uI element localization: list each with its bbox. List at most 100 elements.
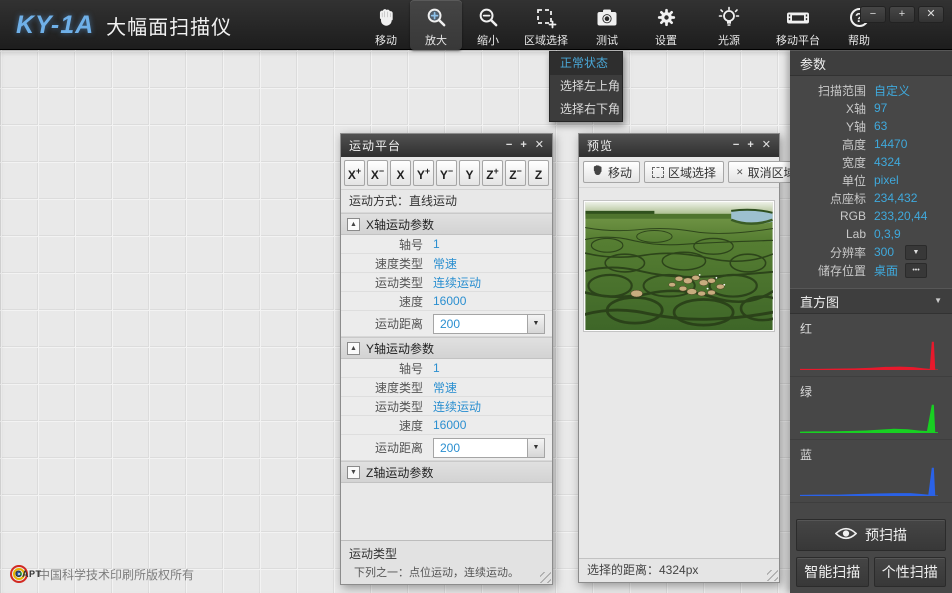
jog-z-button[interactable]: Z	[528, 160, 549, 186]
param-row: 轴号1	[341, 359, 552, 378]
collapse-up-icon[interactable]: ▲	[347, 342, 360, 355]
resize-grip[interactable]	[767, 570, 778, 581]
tool-zoom-out[interactable]: 缩小	[462, 0, 514, 50]
jog-x-plus-button[interactable]: X+	[344, 160, 365, 186]
brand: KY-1A 大幅面扫描仪	[16, 0, 232, 50]
param-storage-location: 储存位置桌面 •••	[790, 261, 952, 279]
tool-settings[interactable]: 设置	[636, 0, 696, 50]
tool-strip: 移动 放大 缩小 区域选择	[362, 0, 884, 50]
jog-button-row: X+ X− X Y+ Y− Y Z+ Z− Z	[341, 157, 552, 190]
tool-move[interactable]: 移动	[362, 0, 410, 50]
window-controls: − + ✕	[860, 6, 944, 23]
param-width: 宽度4324	[790, 153, 952, 171]
chevron-down-icon[interactable]: ▼	[527, 439, 544, 457]
histogram-red-channel: 红	[790, 314, 952, 377]
jog-x-button[interactable]: X	[390, 160, 411, 186]
motion-panel-titlebar[interactable]: 运动平台 − + ✕	[341, 134, 552, 157]
preview-region-select-button[interactable]: 区域选择	[644, 161, 724, 183]
motion-distance-combobox[interactable]: 200 ▼	[433, 314, 545, 334]
smart-scan-button[interactable]: 智能扫描	[796, 557, 869, 587]
z-axis-section-header[interactable]: ▼ Z轴运动参数	[341, 461, 552, 483]
param-rgb: RGB233,20,44	[790, 207, 952, 225]
tool-label: 光源	[718, 32, 740, 48]
tool-label: 区域选择	[524, 32, 568, 48]
param-row: 速度16000	[341, 416, 552, 435]
param-row: 运动类型连续运动	[341, 397, 552, 416]
platform-icon	[785, 5, 811, 31]
jog-y-minus-button[interactable]: Y−	[436, 160, 457, 186]
preview-panel-title: 预览	[587, 137, 733, 154]
param-lab: Lab0,3,9	[790, 225, 952, 243]
zoom-out-icon	[477, 5, 500, 31]
motion-platform-panel: 运动平台 − + ✕ X+ X− X Y+ Y− Y Z+ Z− Z 运动方式：…	[340, 133, 553, 585]
scan-button-row: 智能扫描 个性扫描	[796, 557, 946, 587]
chevron-down-icon[interactable]: ▼	[527, 315, 544, 333]
copyright-text: 中国科学技术印刷所版权所有	[38, 566, 194, 583]
resize-grip[interactable]	[540, 572, 551, 583]
preview-panel-titlebar[interactable]: 预览 − + ✕	[579, 134, 779, 157]
motion-mode-text: 运动方式：直线运动	[341, 190, 552, 213]
menu-item-normal-state[interactable]: 正常状态	[550, 52, 622, 75]
tool-label: 测试	[596, 32, 618, 48]
y-axis-section-header[interactable]: ▲ Y轴运动参数	[341, 337, 552, 359]
app-title: 大幅面扫描仪	[106, 11, 232, 40]
chevron-down-icon: ▼	[934, 288, 942, 314]
preview-toolbar: 移动 区域选择 ✕ 取消区域选择	[579, 157, 779, 188]
jog-z-minus-button[interactable]: Z−	[505, 160, 526, 186]
custom-scan-button[interactable]: 个性扫描	[874, 557, 947, 587]
parameters-list: 扫描范围自定义 X轴97 Y轴63 高度14470 宽度4324 单位pixel…	[790, 81, 952, 279]
tool-region-select[interactable]: 区域选择	[514, 0, 578, 50]
panel-close-button[interactable]: ✕	[762, 140, 771, 151]
preview-move-button[interactable]: 移动	[583, 161, 640, 183]
panel-minimize-button[interactable]: −	[733, 140, 739, 151]
panel-empty-area	[341, 483, 552, 540]
tool-label: 放大	[425, 32, 447, 48]
capt-logo-icon: CAPT	[10, 565, 28, 583]
jog-y-plus-button[interactable]: Y+	[413, 160, 434, 186]
motion-distance-combobox[interactable]: 200 ▼	[433, 438, 545, 458]
jog-y-button[interactable]: Y	[459, 160, 480, 186]
resolution-dropdown-button[interactable]: ▼	[905, 245, 927, 260]
histogram-blue-channel: 蓝	[790, 440, 952, 503]
histogram-header[interactable]: 直方图 ▼	[790, 288, 952, 314]
x-axis-section-header[interactable]: ▲ X轴运动参数	[341, 213, 552, 235]
gear-icon	[655, 5, 678, 31]
motion-panel-title: 运动平台	[349, 137, 506, 154]
green-histogram-plot	[800, 403, 938, 433]
preview-photo[interactable]	[584, 201, 774, 331]
chevron-down-icon: ▼	[913, 249, 920, 256]
parameters-sidebar: 参数 扫描范围自定义 X轴97 Y轴63 高度14470 宽度4324 单位pi…	[790, 50, 952, 593]
preview-status-bar: 选择的距离：4324px	[579, 558, 779, 582]
param-combo-row: 运动距离 200 ▼	[341, 311, 552, 337]
selected-distance-text: 选择的距离：4324px	[587, 563, 698, 577]
hand-icon	[591, 164, 604, 180]
browse-ellipsis-button[interactable]: •••	[905, 263, 927, 278]
copyright-bar: CAPT 中国科学技术印刷所版权所有	[10, 565, 194, 583]
panel-close-button[interactable]: ✕	[535, 140, 544, 151]
tool-motion-platform[interactable]: 移动平台	[762, 0, 834, 50]
close-button[interactable]: ✕	[918, 6, 944, 23]
menu-item-select-bottom-right[interactable]: 选择右下角	[550, 98, 622, 121]
camera-icon	[595, 5, 619, 31]
jog-x-minus-button[interactable]: X−	[367, 160, 388, 186]
tool-zoom-in[interactable]: 放大	[410, 0, 462, 50]
collapse-up-icon[interactable]: ▲	[347, 218, 360, 231]
maximize-button[interactable]: +	[889, 6, 915, 23]
minimize-button[interactable]: −	[860, 6, 886, 23]
blue-histogram-plot	[800, 466, 938, 496]
menu-item-select-top-left[interactable]: 选择左上角	[550, 75, 622, 98]
param-unit: 单位pixel	[790, 171, 952, 189]
ellipsis-icon: •••	[912, 267, 919, 274]
panel-maximize-button[interactable]: +	[520, 140, 526, 151]
section-title: Z轴运动参数	[366, 464, 433, 481]
top-toolbar: KY-1A 大幅面扫描仪 移动 放大 缩小	[0, 0, 952, 50]
panel-minimize-button[interactable]: −	[506, 140, 512, 151]
region-select-menu: 正常状态 选择左上角 选择右下角	[549, 51, 623, 122]
prescan-button[interactable]: 预扫描	[796, 519, 946, 551]
tool-light-source[interactable]: 光源	[696, 0, 762, 50]
jog-z-plus-button[interactable]: Z+	[482, 160, 503, 186]
param-row: 轴号1	[341, 235, 552, 254]
panel-maximize-button[interactable]: +	[747, 140, 753, 151]
tool-test[interactable]: 测试	[578, 0, 636, 50]
collapse-down-icon[interactable]: ▼	[347, 466, 360, 479]
